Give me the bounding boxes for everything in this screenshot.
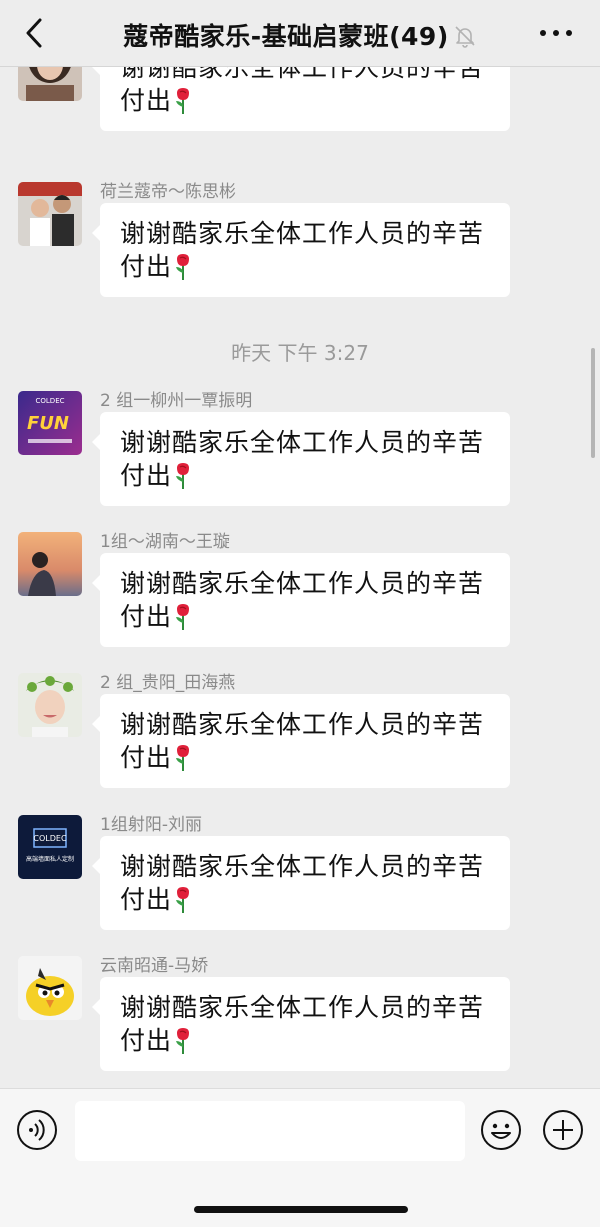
rose-emoji-icon: [176, 463, 190, 489]
avatar-photo: [18, 532, 82, 596]
member-count: (49): [389, 22, 449, 51]
avatar[interactable]: [18, 673, 82, 737]
emoji-icon[interactable]: [480, 1109, 522, 1151]
avatar-photo: COLDEC FUN: [18, 391, 82, 455]
rose-emoji-icon: [176, 254, 190, 280]
message-input[interactable]: [75, 1101, 465, 1161]
avatar-photo: [18, 67, 82, 101]
rose-emoji-icon: [176, 745, 190, 771]
message-bubble[interactable]: 谢谢酷家乐全体工作人员的辛苦付出: [92, 412, 510, 506]
group-name: 蔻帝酷家乐-基础启蒙班: [123, 22, 390, 51]
sender-name: 1组射阳-刘丽: [100, 815, 202, 835]
message-list[interactable]: 谢谢酷家乐全体工作人员的辛苦付出 荷兰蔻帝～陈思彬 谢谢酷家乐全体工作人员的辛苦…: [0, 67, 600, 1087]
message-bubble[interactable]: 谢谢酷家乐全体工作人员的辛苦付出: [92, 694, 510, 788]
avatar-photo: [18, 673, 82, 737]
message-bubble[interactable]: 谢谢酷家乐全体工作人员的辛苦付出: [92, 203, 510, 297]
timestamp: 昨天 下午 3:27: [231, 341, 369, 365]
bell-muted-icon: [455, 26, 475, 48]
avatar[interactable]: [18, 532, 82, 596]
avatar-photo: [18, 182, 82, 246]
voice-icon[interactable]: [16, 1109, 58, 1151]
scrollbar[interactable]: [591, 348, 595, 458]
avatar-slogan-text: 高端墙面私人定制: [26, 855, 74, 863]
rose-emoji-icon: [176, 88, 190, 114]
sender-name: 云南昭通-马娇: [100, 956, 209, 976]
avatar[interactable]: COLDEC 高端墙面私人定制: [18, 815, 82, 879]
avatar[interactable]: COLDEC FUN: [18, 391, 82, 455]
chat-header: 蔻帝酷家乐-基础启蒙班(49): [0, 0, 600, 67]
sender-name: 2 组一柳州一覃振明: [100, 391, 253, 411]
rose-emoji-icon: [176, 887, 190, 913]
avatar-brand-text: COLDEC: [36, 397, 65, 405]
avatar-brand-text: COLDEC: [33, 834, 67, 843]
message-bubble[interactable]: 谢谢酷家乐全体工作人员的辛苦付出: [92, 67, 510, 131]
avatar-photo: [18, 956, 82, 1020]
message-bubble[interactable]: 谢谢酷家乐全体工作人员的辛苦付出: [92, 836, 510, 930]
more-dots-icon[interactable]: [538, 24, 574, 42]
avatar-fun-text: FUN: [27, 413, 69, 434]
sender-name: 2 组_贵阳_田海燕: [100, 673, 236, 693]
plus-circle-icon[interactable]: [542, 1109, 584, 1151]
rose-emoji-icon: [176, 604, 190, 630]
avatar-photo: COLDEC 高端墙面私人定制: [18, 815, 82, 879]
chat-title: 蔻帝酷家乐-基础启蒙班(49): [0, 17, 600, 53]
sender-name: 荷兰蔻帝～陈思彬: [100, 182, 236, 202]
avatar[interactable]: [18, 67, 82, 101]
rose-emoji-icon: [176, 1028, 190, 1054]
sender-name: 1组～湖南～王璇: [100, 532, 230, 552]
message-bubble[interactable]: 谢谢酷家乐全体工作人员的辛苦付出: [92, 977, 510, 1071]
home-indicator[interactable]: [194, 1206, 408, 1213]
avatar[interactable]: [18, 956, 82, 1020]
avatar[interactable]: [18, 182, 82, 246]
message-bubble[interactable]: 谢谢酷家乐全体工作人员的辛苦付出: [92, 553, 510, 647]
